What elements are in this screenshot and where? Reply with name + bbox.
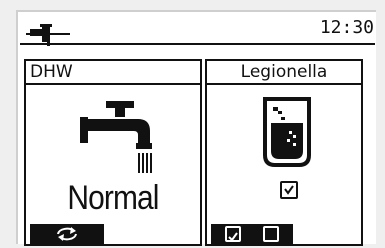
legionella-enabled-checkbox[interactable] <box>280 181 298 199</box>
legionella-title: Legionella <box>207 61 361 85</box>
header-divider <box>20 43 375 45</box>
checkbox-checked-icon[interactable] <box>225 226 241 242</box>
checkmark-white-icon <box>228 232 238 242</box>
clock-time: 12:30 <box>319 17 374 38</box>
faucet-icon <box>80 101 152 173</box>
mode-cycle-button[interactable] <box>30 224 104 244</box>
checkbox-empty-icon[interactable] <box>263 226 279 242</box>
cycle-icon <box>57 227 77 241</box>
dhw-title: DHW <box>26 61 200 85</box>
dhw-panel[interactable]: DHW Normal <box>24 59 202 246</box>
water-tank-icon <box>263 97 311 167</box>
legionella-panel[interactable]: Legionella <box>205 59 363 246</box>
checkmark-icon <box>284 185 294 195</box>
legionella-toggle-bar[interactable] <box>211 224 293 244</box>
water-tap-icon <box>26 24 70 46</box>
dhw-mode-label: Normal <box>67 179 159 217</box>
